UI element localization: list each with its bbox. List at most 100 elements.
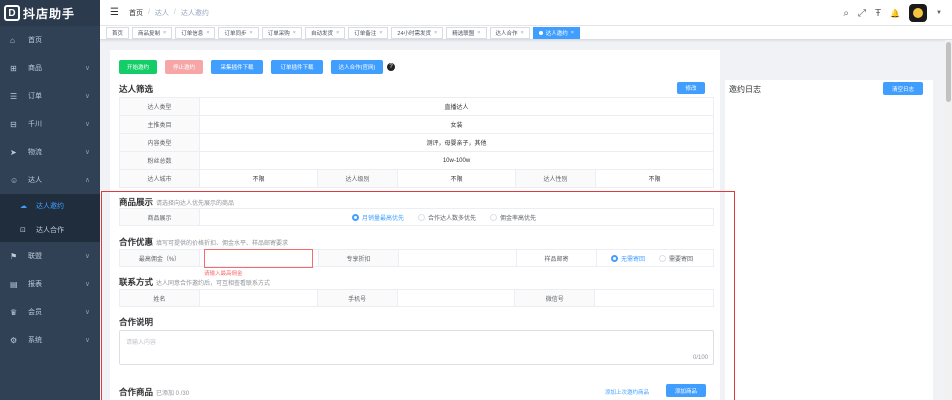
tab-tag-label: 订单同步 [224,30,247,37]
sidebar-item[interactable]: ♛ 会员 ∨ [0,298,100,326]
close-icon[interactable]: × [571,30,574,36]
hamburger-icon[interactable]: ☰ [110,7,119,18]
chevron-icon: ∨ [84,149,90,156]
menu-icon: ☺ [10,175,19,185]
sidebar-item-label: 订单 [28,93,42,100]
font-size-icon[interactable]: Ŧ [875,8,881,19]
edit-filter-button[interactable]: 修改 [677,82,705,94]
filter-label: 达人类型 [119,97,200,116]
sidebar-item[interactable]: ▤ 报表 ∨ [0,270,100,298]
order-plugin-download-button[interactable]: 订单插件下载 [271,60,323,74]
sidebar-item[interactable]: ⚑ 联盟 ∨ [0,242,100,270]
filter-title: 达人筛选 [119,84,154,94]
sidebar-item-label: 联盟 [28,253,42,260]
stop-invite-button[interactable]: 停止邀约 [165,60,203,74]
breadcrumb-home[interactable]: 首页 [129,8,143,18]
close-icon[interactable]: × [206,30,209,36]
search-icon[interactable]: ⌕ [843,8,849,19]
filter-label: 主推类目 [119,115,200,134]
tab-tag[interactable]: 24小时需发货 × [391,26,444,39]
sidebar-item[interactable]: ☰ 订单 ∨ [0,82,100,110]
sidebar-subitem[interactable]: ⊡ 达人合作 [0,218,100,242]
chevron-icon: ∨ [84,337,90,344]
active-dot-icon [538,30,543,35]
sidebar-item[interactable]: ⌂ 首页 [0,26,100,54]
avatar-face-icon [913,8,924,18]
tab-tag-label: 精选联盟 [452,30,475,37]
breadcrumb-darren[interactable]: 达人 [155,8,169,18]
app-logo[interactable]: D 抖店助手 [0,0,100,26]
sidebar-item-label: 达人 [28,177,42,184]
close-icon[interactable]: × [521,30,524,36]
sidebar-item[interactable]: ➤ 物流 ∨ [0,138,100,166]
sidebar-item-label: 报表 [28,281,42,288]
tab-tag-label: 订单信息 [181,30,204,37]
menu-icon: ⊟ [10,119,17,129]
filter-value: 不限 [595,169,714,188]
filter-row: 粉丝总数 10w-100w [119,151,714,170]
close-icon[interactable]: × [163,30,166,36]
filter-value: 女装 [199,115,714,134]
tab-tag[interactable]: 达人合作 × [489,26,530,39]
tab-tag[interactable]: 订单备注 × [348,26,389,39]
sidebar-item[interactable]: ⊟ 千川 ∨ [0,110,100,138]
tab-tag[interactable]: 自动发货 × [304,26,346,39]
chevron-icon: ∨ [84,65,90,72]
start-invite-button[interactable]: 开始邀约 [119,60,157,74]
sidebar-item-label: 系统 [28,337,42,344]
tab-tag[interactable]: 订单同步 × [218,26,259,39]
chevron-icon: ∧ [84,177,90,184]
close-icon[interactable]: × [293,30,296,36]
menu-icon: ⚑ [10,251,18,261]
filter-label: 粉丝总数 [119,151,200,170]
close-icon[interactable]: × [336,30,339,36]
sidebar-subitem[interactable]: ☁ 达人邀约 [0,194,100,218]
tab-tag[interactable]: 精选联盟 × [446,26,487,39]
tab-tag[interactable]: 商品复制 × [132,26,173,39]
help-icon[interactable]: ? [387,63,395,71]
fullscreen-icon[interactable]: ⤢ [858,8,866,19]
chevron-icon: ∨ [84,93,90,100]
official-coop-button[interactable]: 达人合作(官网) [331,60,383,74]
tab-tag[interactable]: 订单采购 × [261,26,302,39]
sidebar-item[interactable]: ⊞ 商品 ∨ [0,54,100,82]
submenu-icon: ⊡ [20,227,26,234]
close-icon[interactable]: × [434,30,437,36]
caret-down-icon[interactable]: ▼ [936,10,942,16]
filter-value: 10w-100w [199,151,714,170]
tab-tag-label: 达人合作 [495,30,518,37]
page-scrollbar[interactable] [945,40,952,400]
breadcrumb-current: 达人邀约 [180,9,209,17]
sidebar-item-label: 商品 [28,65,42,72]
tab-tag[interactable]: 订单信息 × [175,26,216,39]
submenu-icon: ☁ [20,203,27,210]
sidebar-item[interactable]: ☺ 达人 ∧ [0,166,100,194]
menu-icon: ➤ [10,147,17,157]
collect-plugin-download-button[interactable]: 采集插件下载 [211,60,263,74]
clear-log-button[interactable]: 清空日志 [883,82,923,95]
toolbar: 开始邀约 停止邀约 采集插件下载 订单插件下载 达人合作(官网) ? [119,60,395,74]
tags-view: 首页 商品复制 × 订单信息 × 订单同步 × 订单采购 × 自动发货 × 订单备注 × 24小时需发货 ×… [100,26,952,40]
breadcrumb-separator: / [173,9,176,16]
menu-icon: ▤ [10,279,18,289]
tab-tag[interactable]: 达人邀约 × [532,26,580,39]
avatar[interactable] [909,4,928,22]
sidebar-item-label: 千川 [28,121,42,128]
sidebar-item-label: 会员 [28,309,42,316]
close-icon[interactable]: × [379,30,382,36]
tab-tag-label: 24小时需发货 [397,30,432,37]
filter-value: 直播达人 [199,97,714,116]
sidebar-item[interactable]: ⚙ 系统 ∨ [0,326,100,354]
breadcrumb-separator: / [147,9,150,16]
bell-icon[interactable]: 🔔 [890,9,900,18]
scrollbar-thumb[interactable] [946,42,951,102]
close-icon[interactable]: × [477,30,480,36]
menu-icon: ☰ [10,91,18,101]
log-card: 邀约日志 清空日志 [725,80,933,400]
chevron-icon: ∨ [84,309,90,316]
filter-value: 测评，母婴亲子，其他 [199,133,714,152]
tab-tag[interactable]: 首页 [106,26,130,39]
filter-row: 内容类型 测评，母婴亲子，其他 [119,133,714,152]
filter-label: 达人级别 [317,169,398,188]
close-icon[interactable]: × [250,30,253,36]
